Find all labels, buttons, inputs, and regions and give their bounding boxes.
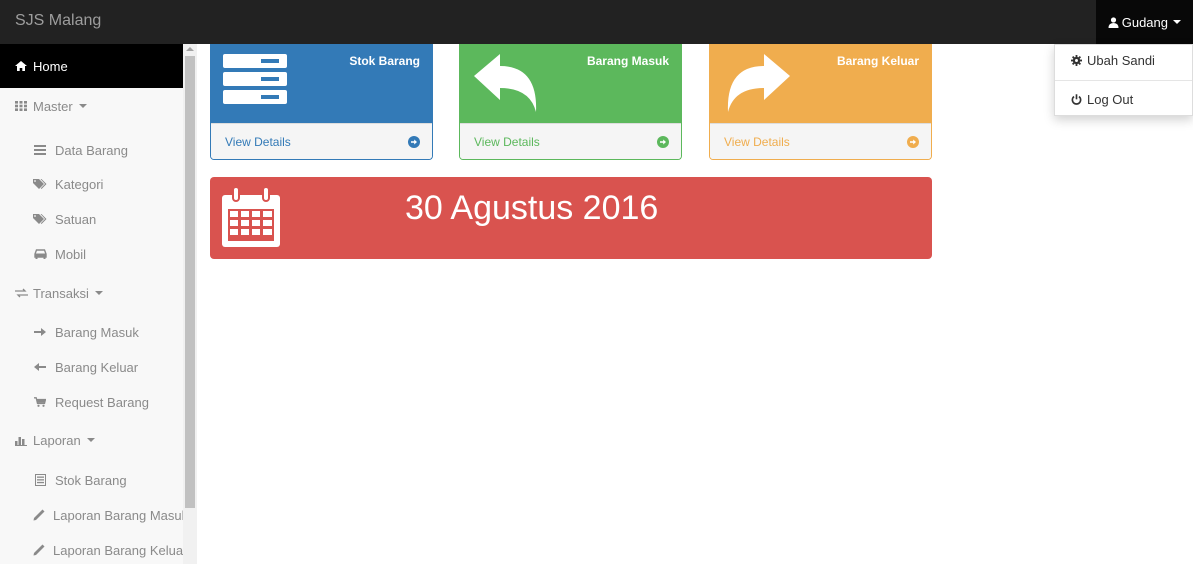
menu-item-label: Ubah Sandi [1087,53,1155,68]
arrow-right-icon [33,327,47,337]
sidebar-item-label: Stok Barang [55,472,127,488]
scrollbar-thumb[interactable] [185,56,195,508]
sidebar-item-kategori[interactable]: Kategori [0,166,183,202]
dropdown-divider [1055,80,1192,81]
panel-stok-barang: Stok Barang View Details [210,44,433,160]
sidebar-item-transaksi[interactable]: Transaksi [0,275,183,311]
panel-heading: Barang Keluar [710,44,931,123]
list-icon [33,145,47,155]
sidebar-item-label: Data Barang [55,142,128,158]
sidebar-item-laporan-barang-masuk[interactable]: Laporan Barang Masuk [0,497,188,533]
sidebar-item-barang-masuk[interactable]: Barang Masuk [0,314,183,350]
caret-down-icon [78,104,87,108]
sidebar-item-label: Mobil [55,246,87,262]
exchange-icon [14,288,28,298]
sidebar-item-label: Laporan [33,432,81,448]
sidebar-item-label: Satuan [55,211,97,227]
sidebar-item-label: Transaksi [33,285,89,301]
arrow-left-icon [33,362,47,372]
bar-chart-icon [14,435,28,446]
share-arrow-icon [727,54,790,112]
calendar-icon [222,187,280,247]
sidebar-item-label: Master [33,98,73,114]
pencil-icon [33,509,45,521]
sidebar-scrollbar[interactable] [183,44,197,564]
user-menu-toggle[interactable]: Gudang [1095,0,1193,44]
panel-title: Stok Barang [349,54,420,68]
grid-icon [14,101,28,111]
user-icon [1108,16,1119,28]
view-details-label: View Details [225,135,291,149]
view-details-label: View Details [724,135,790,149]
caret-down-icon [86,438,95,442]
date-panel: 30 Agustus 2016 [210,177,932,259]
sidebar-item-laporan-barang-keluar[interactable]: Laporan Barang Keluar [0,532,187,564]
arrow-circle-right-icon [907,136,919,148]
panel-heading: Stok Barang [211,44,432,123]
menu-item-ubah-sandi[interactable]: Ubah Sandi [1071,53,1155,68]
sidebar-item-data-barang[interactable]: Data Barang [0,132,183,168]
scroll-up-arrow-icon[interactable] [186,47,194,51]
user-menu-label: Gudang [1121,14,1168,30]
top-navbar: SJS Malang Gudang [0,0,1193,44]
sidebar-item-home[interactable]: Home [0,44,183,88]
brand-title[interactable]: SJS Malang [15,12,101,30]
panel-title: Barang Keluar [836,54,919,68]
panel-heading: Barang Masuk [460,44,681,123]
sidebar-item-label: Barang Keluar [55,359,139,375]
car-icon [33,249,47,259]
caret-down-icon [1173,20,1181,24]
sidebar-item-label: Laporan Barang Masuk [53,507,189,523]
view-details-link[interactable]: View Details [710,123,931,159]
sidebar-item-label: Home [33,58,68,74]
reply-arrow-icon [474,54,537,112]
current-date: 30 Agustus 2016 [405,189,659,227]
panel-barang-masuk: Barang Masuk View Details [459,44,682,160]
panel-title: Barang Masuk [586,54,669,68]
caret-down-icon [94,291,103,295]
sidebar-item-mobil[interactable]: Mobil [0,236,183,272]
power-icon [1071,94,1082,105]
view-details-label: View Details [474,135,540,149]
pencil-icon [33,544,45,556]
sidebar-item-laporan[interactable]: Laporan [0,422,183,458]
menu-item-log-out[interactable]: Log Out [1071,92,1133,107]
spreadsheet-icon [33,474,47,486]
tags-icon [33,179,47,189]
arrow-circle-right-icon [408,136,420,148]
sidebar-item-satuan[interactable]: Satuan [0,201,183,237]
tags-icon [33,214,47,224]
home-icon [14,61,28,71]
sidebar-item-label: Request Barang [55,394,149,410]
sidebar-item-label: Barang Masuk [55,324,139,340]
view-details-link[interactable]: View Details [211,123,432,159]
menu-item-label: Log Out [1087,92,1134,107]
sidebar-item-master[interactable]: Master [0,88,183,124]
sidebar-item-stok-barang[interactable]: Stok Barang [0,462,183,498]
arrow-circle-right-icon [657,136,669,148]
sidebar-item-label: Kategori [55,176,104,192]
user-dropdown-menu: Ubah Sandi Log Out [1054,44,1193,116]
view-details-link[interactable]: View Details [460,123,681,159]
sidebar-item-request-barang[interactable]: Request Barang [0,384,183,420]
sidebar: Home Master Data Barang Kategori Satuan … [0,44,197,564]
panel-barang-keluar: Barang Keluar View Details [709,44,932,160]
cart-icon [33,397,47,407]
sidebar-item-barang-keluar[interactable]: Barang Keluar [0,349,183,385]
sidebar-item-label: Laporan Barang Keluar [53,542,188,558]
list-icon [223,54,287,104]
gear-icon [1071,55,1082,66]
